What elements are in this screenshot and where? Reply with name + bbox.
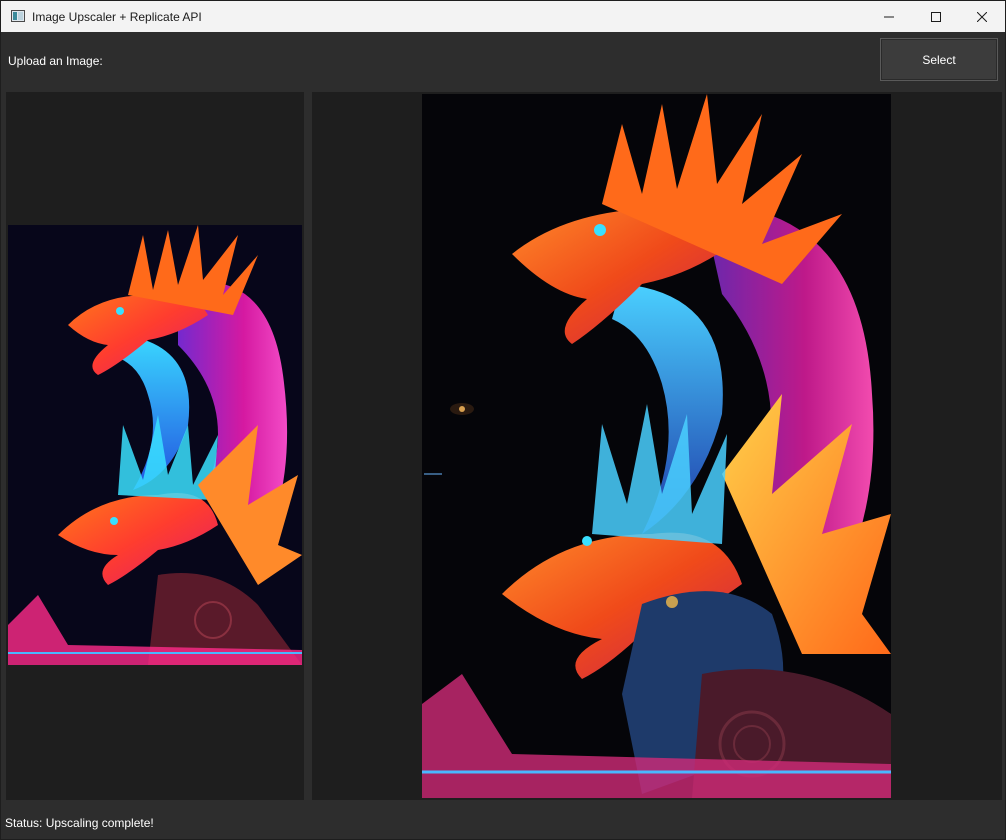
original-image-panel bbox=[6, 92, 304, 800]
upscaled-image bbox=[422, 94, 891, 798]
minimize-button[interactable] bbox=[866, 1, 912, 32]
dragon-artwork-upscaled bbox=[422, 94, 891, 798]
app-window: Image Upscaler + Replicate API Upload an… bbox=[0, 0, 1006, 840]
select-button[interactable]: Select bbox=[880, 38, 998, 81]
original-image bbox=[8, 225, 302, 665]
upload-toolbar: Upload an Image: Select bbox=[1, 32, 1005, 91]
upscaled-image-panel bbox=[312, 92, 1002, 800]
dragon-artwork-original bbox=[8, 225, 302, 665]
minimize-icon bbox=[884, 16, 894, 17]
upload-label: Upload an Image: bbox=[8, 54, 103, 68]
window-title: Image Upscaler + Replicate API bbox=[32, 10, 202, 24]
title-bar[interactable]: Image Upscaler + Replicate API bbox=[1, 1, 1005, 32]
app-window-icon bbox=[11, 10, 25, 22]
maximize-icon bbox=[931, 11, 941, 22]
close-button[interactable] bbox=[959, 1, 1005, 32]
status-text: Status: Upscaling complete! bbox=[5, 816, 154, 830]
maximize-button[interactable] bbox=[913, 1, 959, 32]
close-icon bbox=[977, 11, 987, 22]
